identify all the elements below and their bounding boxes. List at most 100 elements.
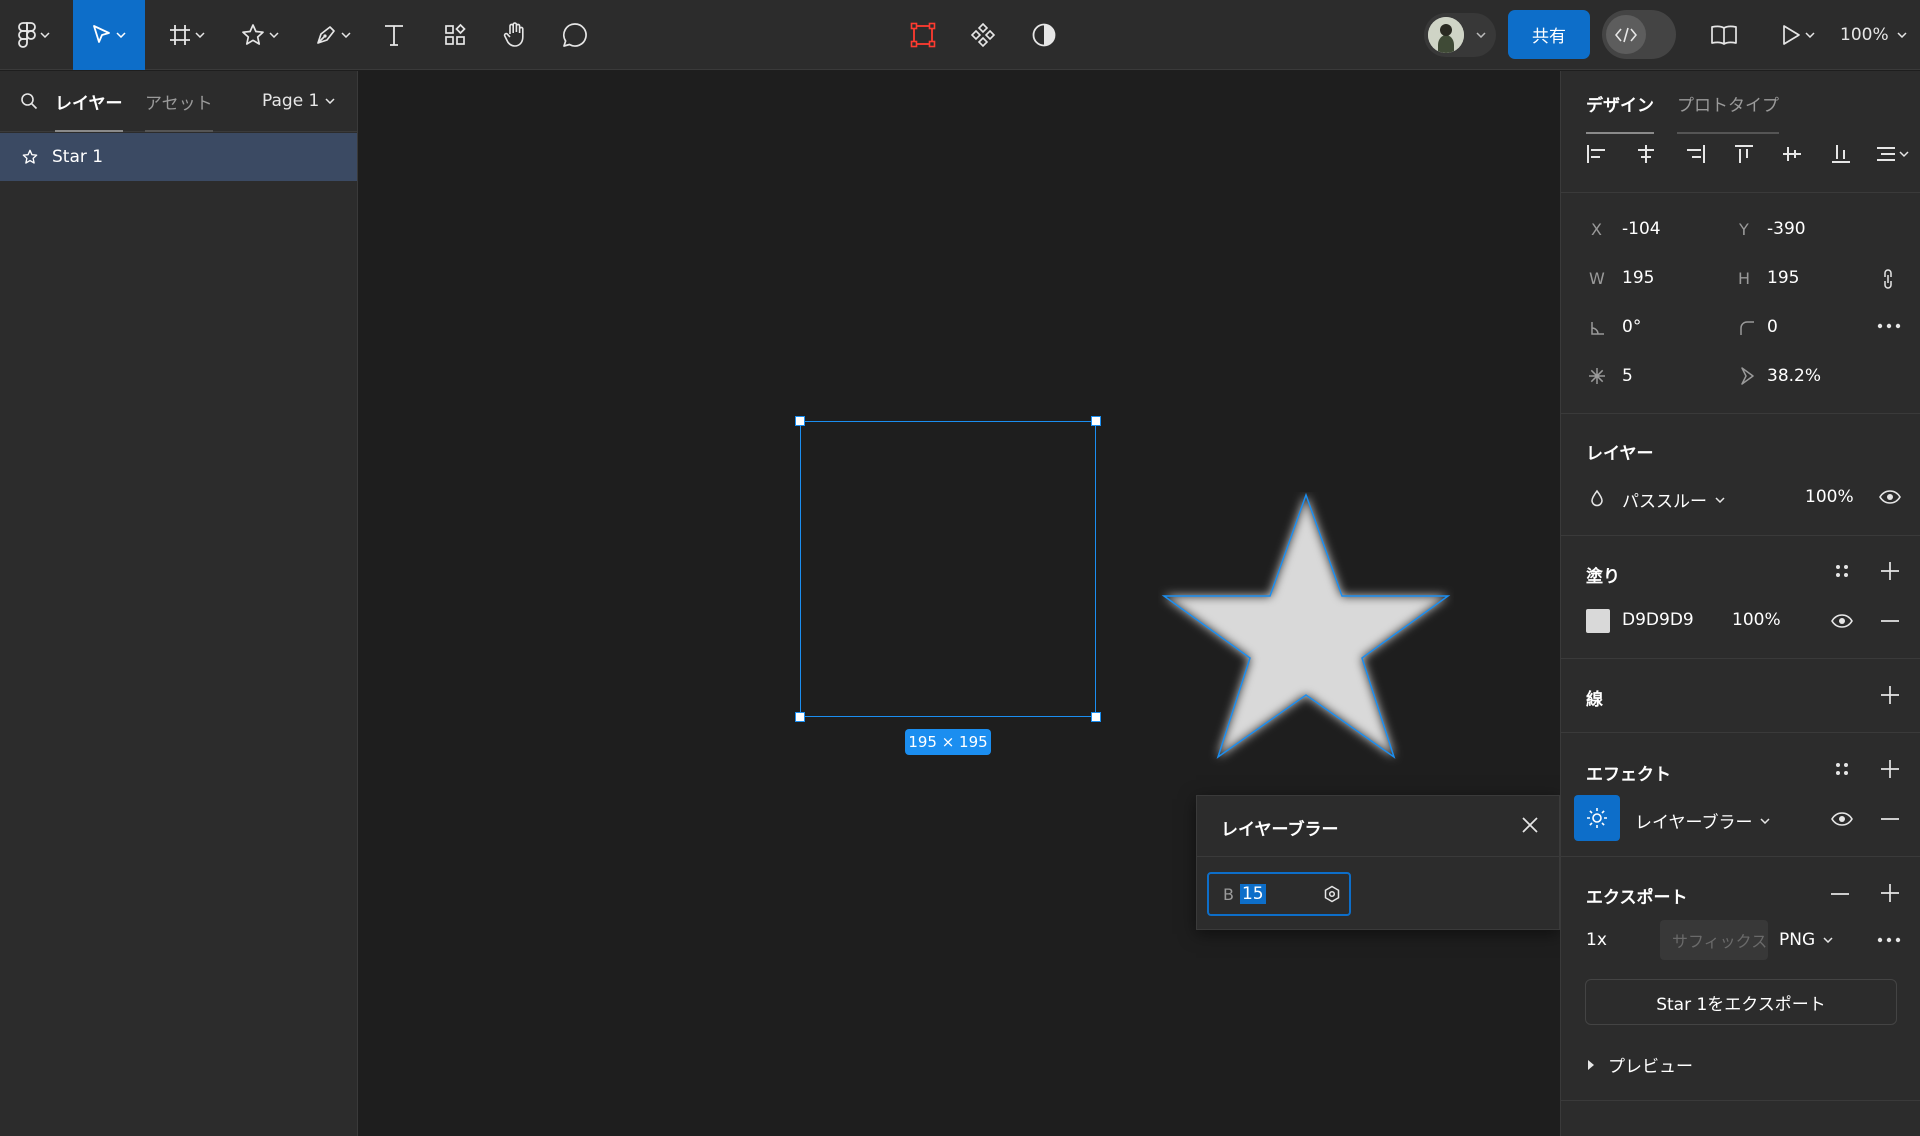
resize-handle-bottom-right[interactable] [1091,712,1101,722]
align-left-icon[interactable] [1586,144,1608,164]
blend-mode-select[interactable]: パススルー [1622,487,1725,512]
plus-icon[interactable] [1880,685,1900,705]
fill-opacity-field[interactable]: 100% [1732,610,1781,630]
divider [1561,732,1920,733]
pen-icon [317,26,335,44]
layer-item-star-1[interactable]: Star 1 [0,133,357,181]
fill-color-swatch[interactable] [1586,609,1610,633]
align-top-icon[interactable] [1733,144,1755,164]
star-shape[interactable] [1158,492,1454,788]
create-component-button[interactable] [965,0,1001,70]
move-tool-button[interactable] [73,0,145,70]
close-icon[interactable] [1519,814,1541,836]
rotation-field[interactable]: 0° [1622,317,1641,337]
tab-layers[interactable]: レイヤー [55,89,123,132]
frame-tool-button[interactable] [162,0,212,70]
text-tool-button[interactable] [376,0,412,70]
chevron-down-icon [1897,32,1907,38]
zoom-menu[interactable]: 100% [1840,0,1907,70]
resources-icon [445,23,466,45]
resources-button[interactable] [437,0,473,70]
zoom-value: 100% [1840,25,1889,45]
corner-radius-field[interactable]: 0 [1767,317,1778,337]
layer-opacity-field[interactable]: 100% [1805,487,1854,507]
align-bottom-icon[interactable] [1830,144,1852,164]
more-options-icon[interactable] [1877,937,1901,943]
pen-tool-button[interactable] [308,0,358,70]
selection-box [800,421,1096,717]
chevron-down-icon [325,98,335,104]
w-label: W [1589,269,1605,288]
resize-handle-top-left[interactable] [795,416,805,426]
eye-icon[interactable] [1831,614,1853,628]
selection-size-label: 195 × 195 [905,729,991,755]
layer-blur-popup: レイヤーブラー B 15 [1196,795,1560,930]
minus-icon[interactable] [1831,893,1849,895]
tab-design[interactable]: デザイン [1586,91,1654,134]
star-ratio-field[interactable]: 38.2% [1767,366,1821,386]
popup-header: レイヤーブラー [1197,796,1559,857]
user-menu[interactable] [1424,13,1496,57]
main-menu-button[interactable] [12,0,56,70]
variable-icon[interactable] [1323,885,1341,903]
blur-prefix: B [1223,884,1234,904]
dev-mode-toggle[interactable] [1602,10,1676,59]
tab-prototype[interactable]: プロトタイプ [1677,91,1779,134]
styles-grid-icon[interactable] [1835,564,1849,578]
comment-tool-button[interactable] [557,0,593,70]
canvas[interactable]: 195 × 195 [358,71,1560,1136]
y-field[interactable]: -390 [1767,219,1806,239]
search-icon[interactable] [20,92,38,110]
hand-icon [503,22,524,47]
edit-object-button[interactable] [905,0,941,70]
eye-icon[interactable] [1831,812,1853,826]
constrain-proportions-icon[interactable] [1881,267,1895,291]
export-scale-field[interactable]: 1x [1586,930,1607,950]
star-icon [242,24,264,45]
export-format-select[interactable]: PNG [1779,930,1833,950]
styles-grid-icon[interactable] [1835,762,1849,776]
hand-tool-button[interactable] [497,0,533,70]
eye-icon[interactable] [1879,490,1901,504]
present-button[interactable] [1776,0,1820,70]
page-selector[interactable]: Page 1 [262,91,335,111]
minus-icon[interactable] [1881,620,1899,622]
align-horizontal-center-icon[interactable] [1635,144,1657,164]
align-right-icon[interactable] [1684,144,1706,164]
align-vertical-center-icon[interactable] [1781,144,1803,164]
star-points-field[interactable]: 5 [1622,366,1633,386]
tab-assets[interactable]: アセット [145,89,213,132]
edit-object-icon [910,22,936,48]
effect-settings-button[interactable] [1574,795,1620,841]
star-icon [22,149,38,164]
divider [1561,535,1920,536]
text-icon [385,25,403,46]
blur-value[interactable]: 15 [1239,884,1266,904]
export-button[interactable]: Star 1をエクスポート [1585,979,1897,1025]
width-field[interactable]: 195 [1622,268,1654,288]
layer-name: Star 1 [52,147,104,167]
minus-icon[interactable] [1881,818,1899,820]
resize-handle-bottom-left[interactable] [795,712,805,722]
layer-section-title: レイヤー [1586,444,1654,464]
preview-toggle[interactable]: プレビュー [1588,1052,1693,1077]
shape-tool-button[interactable] [234,0,286,70]
fill-hex-field[interactable]: D9D9D9 [1622,610,1694,630]
effect-type-select[interactable]: レイヤーブラー [1635,808,1771,833]
mask-button[interactable] [1026,0,1062,70]
more-options-icon[interactable] [1877,323,1901,329]
play-icon [1783,25,1800,45]
plus-icon[interactable] [1880,883,1900,903]
y-label: Y [1739,220,1749,239]
distribute-icon[interactable] [1875,144,1911,164]
share-button[interactable]: 共有 [1508,10,1590,59]
library-button[interactable] [1706,0,1742,70]
resize-handle-top-right[interactable] [1091,416,1101,426]
plus-icon[interactable] [1880,561,1900,581]
export-suffix-input[interactable]: サフィックス [1660,920,1768,960]
height-field[interactable]: 195 [1767,268,1799,288]
blur-value-input[interactable]: B 15 [1207,872,1351,916]
x-field[interactable]: -104 [1622,219,1661,239]
chevron-down-icon [1715,496,1725,503]
plus-icon[interactable] [1880,759,1900,779]
